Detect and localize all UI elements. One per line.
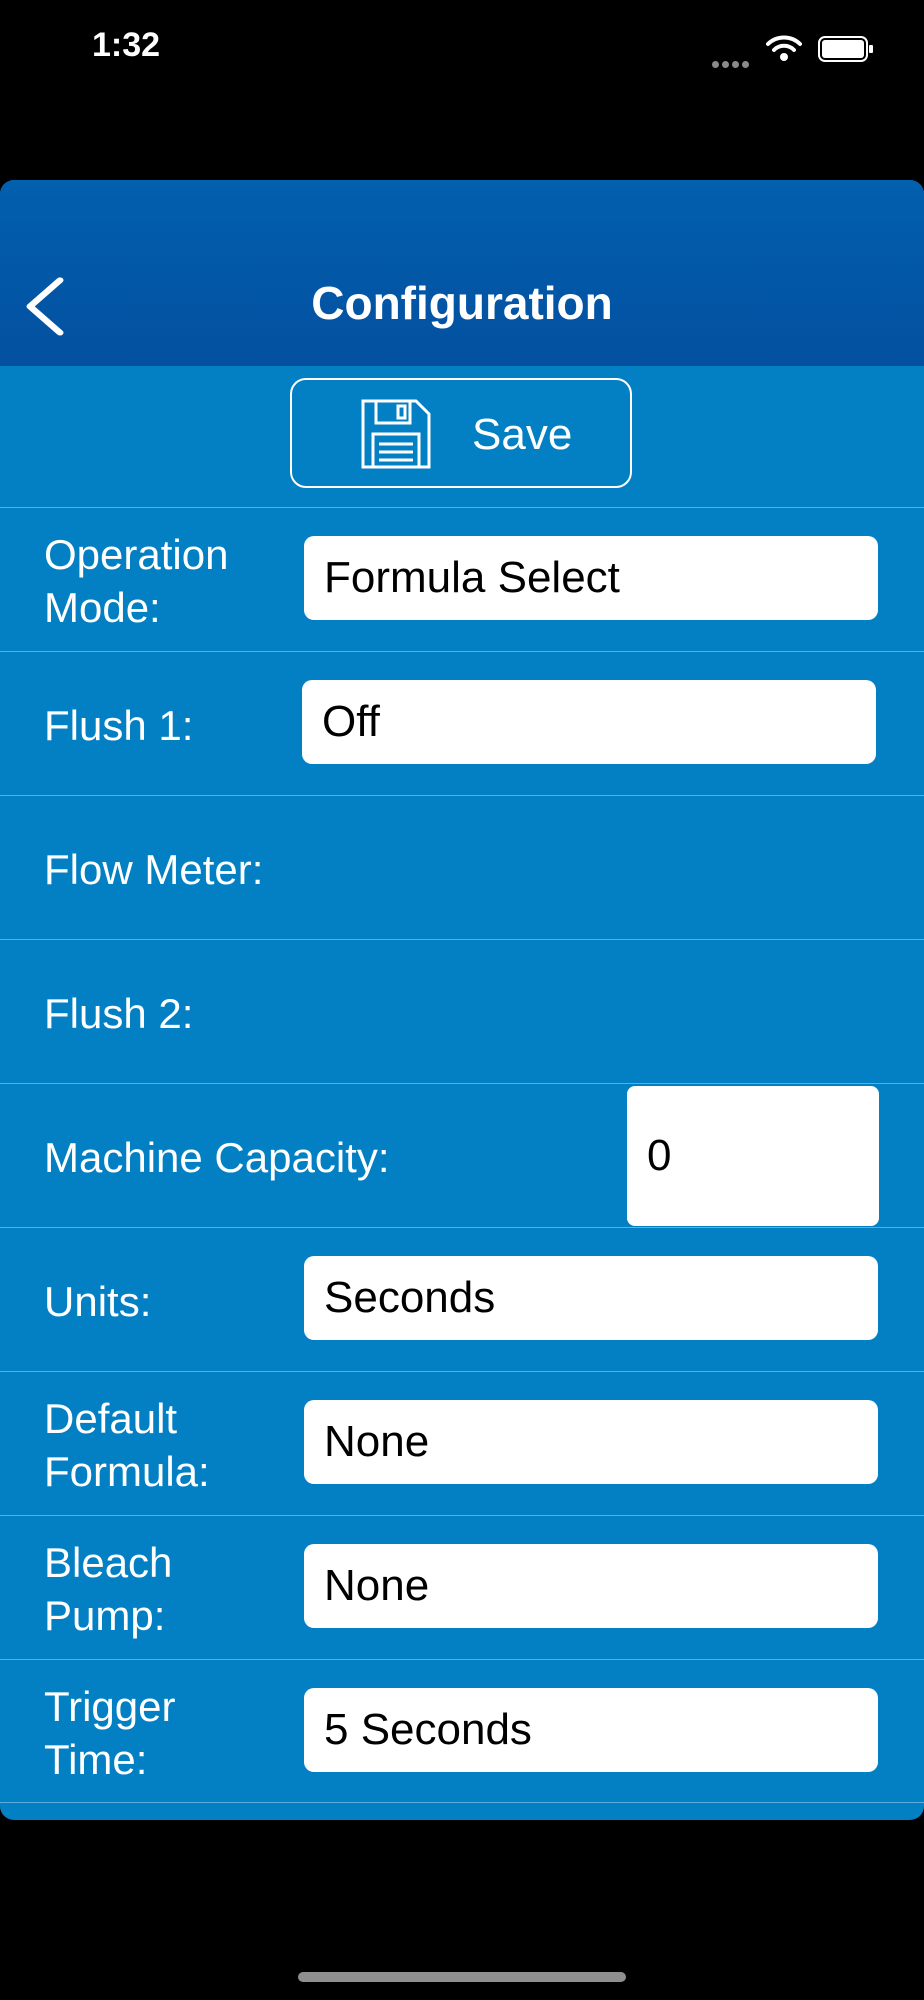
- floppy-disk-icon: [361, 399, 431, 469]
- row-bleach-pump: Bleach Pump: None: [0, 1515, 924, 1659]
- page-title: Configuration: [311, 277, 613, 329]
- row-flush-1: Flush 1: Off: [0, 651, 924, 795]
- default-formula-select[interactable]: None: [304, 1400, 878, 1484]
- configuration-panel: Configuration Save Operation Mode: Formu…: [0, 180, 924, 1820]
- flush-1-select[interactable]: Off: [302, 680, 876, 764]
- row-label: Operation Mode:: [44, 531, 229, 631]
- status-time: 1:32: [92, 26, 161, 64]
- row-flush-2: Flush 2:: [0, 939, 924, 1083]
- row-label: Units:: [44, 1278, 152, 1325]
- row-machine-capacity: Machine Capacity: 0: [0, 1083, 924, 1227]
- row-label: Default Formula:: [44, 1395, 210, 1495]
- row-label: Machine Capacity:: [44, 1134, 390, 1181]
- signal-dots-icon: [712, 55, 752, 73]
- row-label: Bleach Pump:: [44, 1539, 173, 1639]
- row-units: Units: Seconds: [0, 1227, 924, 1371]
- save-button[interactable]: Save: [290, 378, 632, 488]
- wifi-icon: [766, 35, 802, 61]
- row-operation-mode: Operation Mode: Formula Select: [0, 507, 924, 651]
- row-default-formula: Default Formula: None: [0, 1371, 924, 1515]
- row-label: Flush 1:: [44, 702, 194, 749]
- trigger-time-select[interactable]: 5 Seconds: [304, 1688, 878, 1772]
- status-bar: 1:32: [0, 0, 924, 100]
- row-label: Flow Meter:: [44, 846, 264, 893]
- nav-bar: Configuration: [0, 180, 924, 366]
- battery-icon: [818, 36, 873, 62]
- row-label: Trigger Time:: [44, 1683, 176, 1783]
- home-indicator[interactable]: [298, 1972, 626, 1982]
- operation-mode-select[interactable]: Formula Select: [304, 536, 878, 620]
- units-select[interactable]: Seconds: [304, 1256, 878, 1340]
- row-trigger-time: Trigger Time: 5 Seconds: [0, 1659, 924, 1803]
- save-button-label: Save: [472, 410, 573, 459]
- machine-capacity-input[interactable]: 0: [627, 1086, 879, 1226]
- row-flow-meter: Flow Meter:: [0, 795, 924, 939]
- row-label: Flush 2:: [44, 990, 194, 1037]
- bleach-pump-select[interactable]: None: [304, 1544, 878, 1628]
